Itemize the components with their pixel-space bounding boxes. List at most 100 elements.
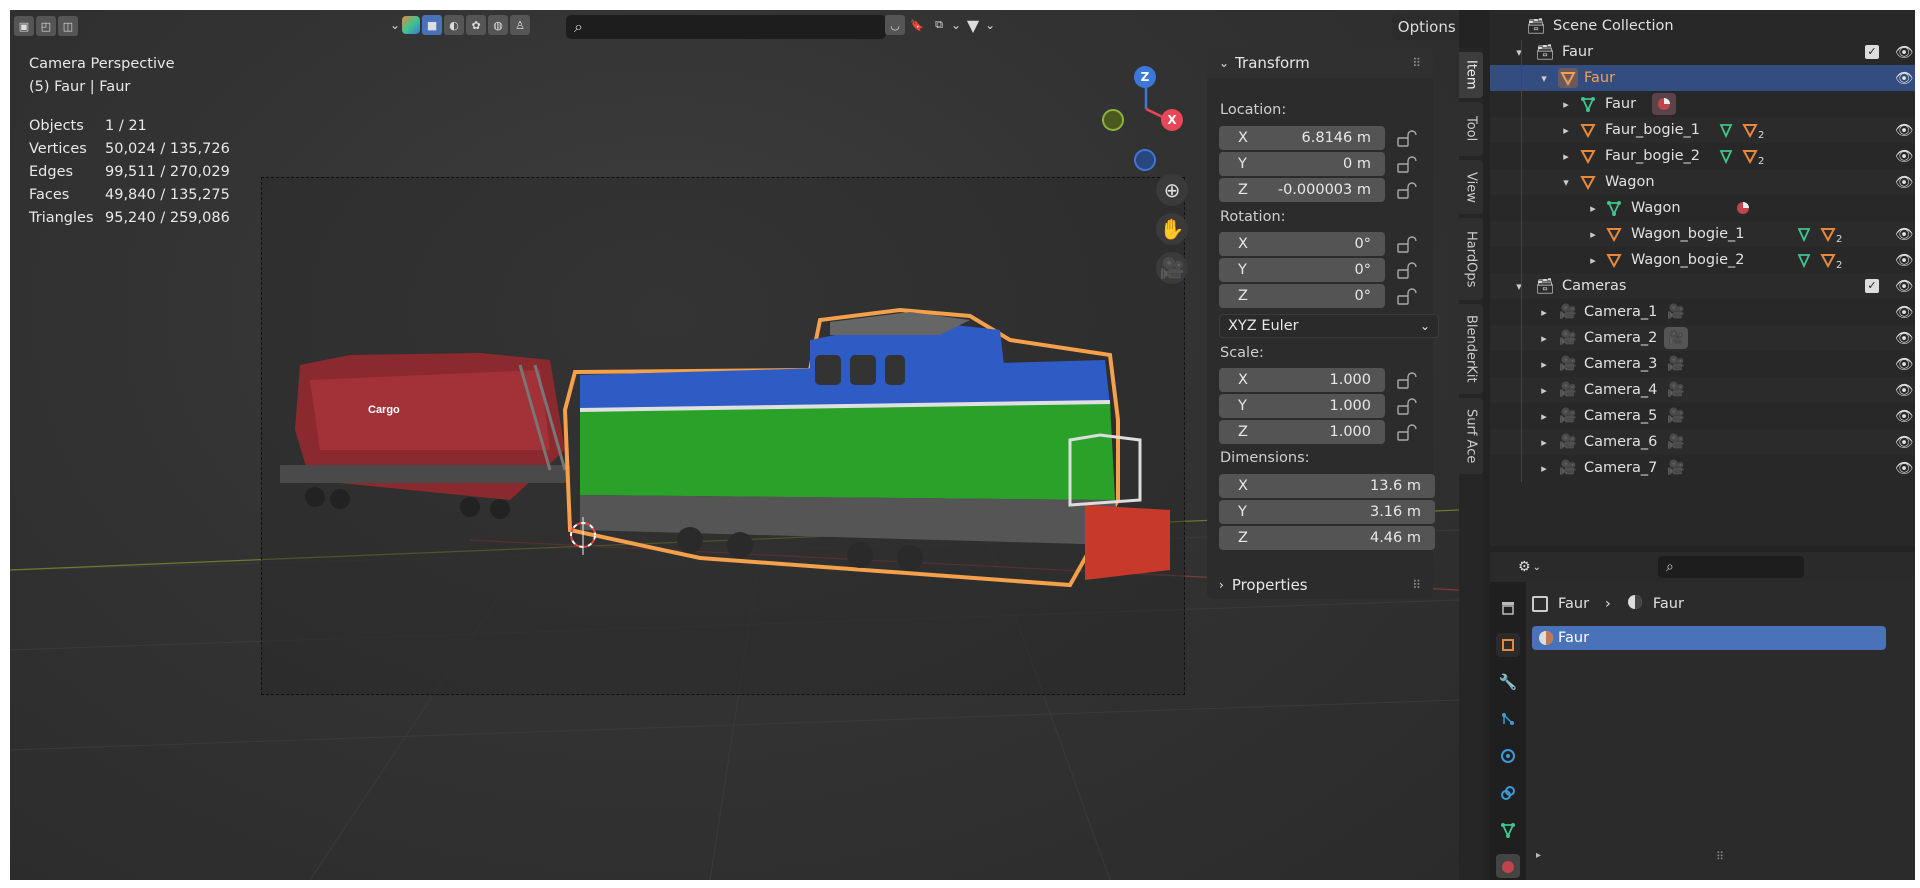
dimensions-y-field[interactable]: Y 3.16 m bbox=[1219, 500, 1435, 524]
scale-z-field[interactable]: Z 1.000 bbox=[1219, 420, 1385, 444]
chevron-right-icon[interactable]: ▸ bbox=[1538, 306, 1550, 319]
outliner-row-camera-3[interactable]: ▸ 🎥 Camera_3 🎥 👁 bbox=[1490, 351, 1915, 377]
tab-constraints[interactable] bbox=[1496, 781, 1520, 805]
tab-blenderkit[interactable]: BlenderKit bbox=[1459, 304, 1483, 394]
outliner-row-camera-6[interactable]: ▸ 🎥 Camera_6 🎥 👁 bbox=[1490, 429, 1915, 455]
location-z-field[interactable]: Z -0.000003 m bbox=[1219, 178, 1385, 202]
properties-search-input[interactable]: ⌕ bbox=[1658, 556, 1804, 578]
chevron-down-icon[interactable]: ▾ bbox=[1560, 176, 1572, 189]
outliner-row-camera-5[interactable]: ▸ 🎥 Camera_5 🎥 👁 bbox=[1490, 403, 1915, 429]
eye-icon[interactable]: 👁 bbox=[1895, 304, 1913, 321]
tab-physics[interactable] bbox=[1496, 744, 1520, 768]
outliner-row-object-faur[interactable]: ▾ Faur 👁 bbox=[1490, 65, 1915, 91]
editor-type-icon[interactable]: ⚙ ⌄ bbox=[1518, 556, 1552, 578]
drag-handle-icon[interactable]: ⠿ bbox=[1412, 578, 1421, 592]
chevron-right-icon[interactable]: ▸ bbox=[1538, 410, 1550, 423]
location-x-field[interactable]: X 6.8146 m bbox=[1219, 126, 1385, 150]
outliner-row-camera-7[interactable]: ▸ 🎥 Camera_7 🎥 👁 bbox=[1490, 455, 1915, 481]
properties-panel-header[interactable]: › Properties ⠿ bbox=[1207, 571, 1433, 599]
eye-icon[interactable]: 👁 bbox=[1895, 408, 1913, 425]
scale-y-field[interactable]: Y 1.000 bbox=[1219, 394, 1385, 418]
dimensions-z-field[interactable]: Z 4.46 m bbox=[1219, 526, 1435, 550]
dimensions-x-field[interactable]: X 13.6 m bbox=[1219, 474, 1435, 498]
eye-icon[interactable]: 👁 bbox=[1895, 382, 1913, 399]
lock-icon[interactable] bbox=[1397, 182, 1417, 200]
eye-icon[interactable]: 👁 bbox=[1895, 356, 1913, 373]
scale-x-field[interactable]: X 1.000 bbox=[1219, 368, 1385, 392]
lock-icon[interactable] bbox=[1397, 130, 1417, 148]
pan-hand-icon[interactable]: ✋ bbox=[1156, 213, 1188, 245]
eye-icon[interactable]: 👁 bbox=[1895, 278, 1913, 295]
gizmo-neg-y-axis[interactable] bbox=[1102, 109, 1124, 131]
outliner-row-camera-1[interactable]: ▸ 🎥 Camera_1 🎥 👁 bbox=[1490, 299, 1915, 325]
gizmo-neg-z-axis[interactable] bbox=[1134, 149, 1156, 171]
tab-material[interactable] bbox=[1496, 854, 1520, 878]
outliner-row-wagon[interactable]: ▾ Wagon 👁 bbox=[1490, 169, 1915, 195]
tab-data[interactable] bbox=[1496, 818, 1520, 842]
outliner-row-scene-collection[interactable]: 🗃 Scene Collection bbox=[1490, 13, 1915, 39]
chevron-right-icon[interactable]: ▸ bbox=[1538, 462, 1550, 475]
tab-view[interactable]: View bbox=[1459, 160, 1483, 214]
checkbox-icon[interactable]: ✓ bbox=[1865, 45, 1879, 59]
rotation-z-field[interactable]: Z 0° bbox=[1219, 284, 1385, 308]
tab-tool[interactable]: Tool bbox=[1459, 102, 1483, 156]
eye-icon[interactable]: 👁 bbox=[1895, 460, 1913, 477]
chevron-down-icon[interactable]: ▾ bbox=[1513, 46, 1525, 59]
eye-icon[interactable]: 👁 bbox=[1895, 226, 1913, 243]
3d-viewport[interactable]: ▣ ◰ ◫ ⌄ ■ ◐ ✿ ◍ ♙ ⌕ ◡ 🔖 ⧉ ⌄ ▼ ⌄ Options … bbox=[10, 10, 1459, 880]
tab-item[interactable]: Item bbox=[1459, 52, 1483, 98]
chevron-down-icon[interactable]: ▾ bbox=[1538, 72, 1550, 85]
rotation-x-field[interactable]: X 0° bbox=[1219, 232, 1385, 256]
transform-panel-header[interactable]: ⌄ Transform ⠿ bbox=[1207, 48, 1433, 78]
lock-icon[interactable] bbox=[1397, 156, 1417, 174]
eye-icon[interactable]: 👁 bbox=[1895, 70, 1913, 87]
eye-icon[interactable]: 👁 bbox=[1895, 44, 1913, 61]
gizmo-x-axis[interactable]: X bbox=[1161, 109, 1183, 131]
material-slot[interactable]: Faur bbox=[1532, 626, 1886, 650]
zoom-icon[interactable]: ⊕ bbox=[1156, 174, 1188, 206]
camera-view-icon[interactable]: 🎥 bbox=[1156, 252, 1188, 284]
lock-icon[interactable] bbox=[1397, 288, 1417, 306]
outliner-row-wagon-bogie-2[interactable]: ▸ Wagon_bogie_2 2 👁 bbox=[1490, 247, 1915, 273]
chevron-right-icon[interactable]: ▸ bbox=[1536, 850, 1541, 861]
chevron-right-icon[interactable]: ▸ bbox=[1587, 254, 1599, 267]
outliner-row-faur-bogie-1[interactable]: ▸ Faur_bogie_1 2 👁 bbox=[1490, 117, 1915, 143]
outliner-row-collection-faur[interactable]: ▾ 🗃 Faur ✓ 👁 bbox=[1490, 39, 1915, 65]
drag-handle-icon[interactable]: ⠿ bbox=[1412, 56, 1421, 70]
chevron-right-icon[interactable]: ▸ bbox=[1538, 358, 1550, 371]
outliner-row-camera-4[interactable]: ▸ 🎥 Camera_4 🎥 👁 bbox=[1490, 377, 1915, 403]
outliner-row-wagon-mesh[interactable]: ▸ Wagon bbox=[1490, 195, 1915, 221]
lock-icon[interactable] bbox=[1397, 424, 1417, 442]
eye-icon[interactable]: 👁 bbox=[1895, 148, 1913, 165]
eye-icon[interactable]: 👁 bbox=[1895, 174, 1913, 191]
outliner-row-wagon-bogie-1[interactable]: ▸ Wagon_bogie_1 2 👁 bbox=[1490, 221, 1915, 247]
outliner-row-mesh-faur[interactable]: ▸ Faur bbox=[1490, 91, 1915, 117]
tab-particles[interactable] bbox=[1496, 707, 1520, 731]
rotation-y-field[interactable]: Y 0° bbox=[1219, 258, 1385, 282]
chevron-right-icon[interactable]: ▸ bbox=[1538, 436, 1550, 449]
tab-modifiers[interactable]: 🔧 bbox=[1496, 670, 1520, 694]
eye-icon[interactable]: 👁 bbox=[1895, 122, 1913, 139]
chevron-right-icon[interactable]: ▸ bbox=[1538, 332, 1550, 345]
chevron-right-icon[interactable]: ▸ bbox=[1587, 202, 1599, 215]
outliner-row-collection-cameras[interactable]: ▾ 🗃 Cameras ✓ 👁 bbox=[1490, 273, 1915, 299]
eye-icon[interactable]: 👁 bbox=[1895, 434, 1913, 451]
rotation-mode-dropdown[interactable]: XYZ Euler ⌄ bbox=[1219, 314, 1439, 338]
outliner-row-faur-bogie-2[interactable]: ▸ Faur_bogie_2 2 👁 bbox=[1490, 143, 1915, 169]
chevron-right-icon[interactable]: ▸ bbox=[1560, 98, 1572, 111]
lock-icon[interactable] bbox=[1397, 372, 1417, 390]
tab-object[interactable] bbox=[1496, 633, 1520, 657]
tab-surf-ace[interactable]: Surf Ace bbox=[1459, 398, 1483, 474]
lock-icon[interactable] bbox=[1397, 398, 1417, 416]
lock-icon[interactable] bbox=[1397, 236, 1417, 254]
chevron-right-icon[interactable]: ▸ bbox=[1560, 150, 1572, 163]
resize-handle-icon[interactable]: ⠿ bbox=[1716, 850, 1724, 863]
outliner-row-camera-2[interactable]: ▸ 🎥 Camera_2 🎥 👁 bbox=[1490, 325, 1915, 351]
tab-hardops[interactable]: HardOps bbox=[1459, 218, 1483, 300]
eye-icon[interactable]: 👁 bbox=[1895, 252, 1913, 269]
tab-tool-settings[interactable] bbox=[1496, 596, 1520, 620]
lock-icon[interactable] bbox=[1397, 262, 1417, 280]
outliner[interactable]: 🗃 Scene Collection ▾ 🗃 Faur ✓ 👁 ▾ Faur 👁… bbox=[1490, 10, 1915, 546]
gizmo-z-axis[interactable]: Z bbox=[1134, 66, 1156, 88]
chevron-down-icon[interactable]: ▾ bbox=[1513, 280, 1525, 293]
